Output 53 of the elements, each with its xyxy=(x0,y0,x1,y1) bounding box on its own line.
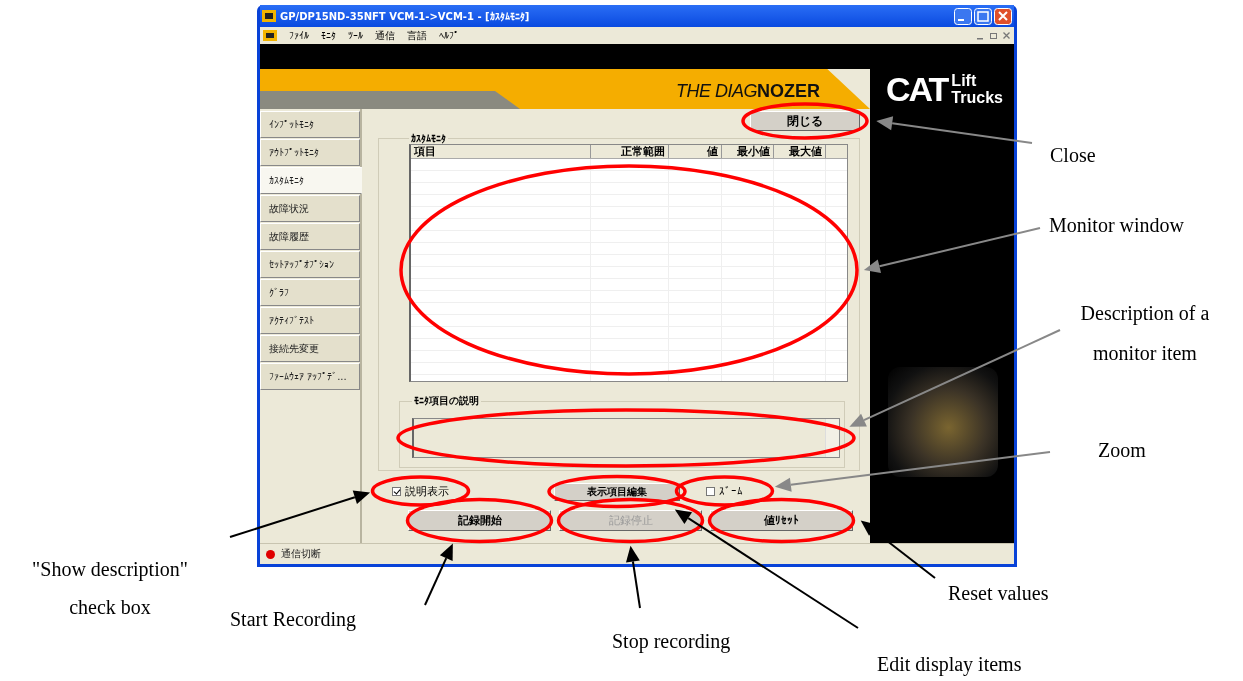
description-field[interactable] xyxy=(412,418,840,458)
checkbox[interactable]: 説明表示 xyxy=(392,483,449,499)
column-header[interactable]: 正常範囲 xyxy=(591,145,669,158)
sidebar-tab[interactable]: ｾｯﾄｱｯﾌﾟｵﾌﾟｼｮﾝ xyxy=(260,251,360,278)
logo-text: Trucks xyxy=(951,89,1003,106)
window-title: GP/DP15ND-35NFT VCM-1->VCM-1 - [ｶｽﾀﾑﾓﾆﾀ] xyxy=(280,10,530,22)
column-header[interactable]: 最小値 xyxy=(722,145,774,158)
sidebar-tab[interactable]: ｱｳﾄﾌﾟｯﾄﾓﾆﾀ xyxy=(260,139,360,166)
sidebar-tab[interactable]: ｱｸﾃｨﾌﾞﾃｽﾄ xyxy=(260,307,360,334)
sidebar-tab[interactable]: 故障状況 xyxy=(260,195,360,222)
restore-icon[interactable] xyxy=(989,31,998,40)
callout-label: Close xyxy=(1050,143,1096,168)
minimize-icon[interactable] xyxy=(954,7,972,25)
app-icon xyxy=(262,10,276,22)
close-icon[interactable] xyxy=(1002,31,1011,40)
callout-label: Monitor window xyxy=(1049,213,1184,238)
callout-arrow xyxy=(626,545,641,609)
sidebar-tab[interactable]: 故障履歴 xyxy=(260,223,360,250)
status-text: 通信切断 xyxy=(281,547,321,561)
callout-label: Zoom xyxy=(1098,438,1146,463)
menu-item[interactable]: ﾌｧｲﾙ xyxy=(289,30,309,41)
edit-items-button[interactable]: 表示項目編集 xyxy=(554,482,680,501)
callout-label: Description of a monitor item xyxy=(1079,301,1211,366)
menu-item[interactable]: 言語 xyxy=(407,28,427,43)
group-title: ｶｽﾀﾑﾓﾆﾀ xyxy=(410,133,447,144)
brand-logo: CAT xyxy=(886,72,948,106)
group-title: ﾓﾆﾀ項目の説明 xyxy=(413,394,480,408)
column-header[interactable]: 最大値 xyxy=(774,145,826,158)
sidebar-tab[interactable]: 接続先変更 xyxy=(260,335,360,362)
menu-item[interactable]: ﾓﾆﾀ xyxy=(321,30,336,41)
sidebar-tab[interactable]: ｸﾞﾗﾌ xyxy=(260,279,360,306)
menu-item[interactable]: ﾍﾙﾌﾟ xyxy=(439,30,459,41)
callout-label: Reset values xyxy=(948,581,1049,606)
sidebar-tab[interactable]: ｶｽﾀﾑﾓﾆﾀ xyxy=(260,167,362,194)
product-name: THE DIAGNOZER xyxy=(676,81,820,102)
callout-label: Start Recording xyxy=(230,607,357,632)
callout-arrow xyxy=(424,543,453,606)
maximize-icon[interactable] xyxy=(974,7,992,25)
sidebar-tab[interactable]: ﾌｧｰﾑｳｪｱ ｱｯﾌﾟﾃﾞ... xyxy=(260,363,360,390)
column-header[interactable]: 項目 xyxy=(411,145,591,158)
column-header[interactable]: 値 xyxy=(669,145,722,158)
callout-label: "Show description" check box xyxy=(31,557,189,620)
sidebar-tab[interactable]: ｲﾝﾌﾟｯﾄﾓﾆﾀ xyxy=(260,111,360,138)
menu-item[interactable]: 通信 xyxy=(375,28,395,43)
action-button[interactable]: 記録開始 xyxy=(408,510,551,531)
action-button[interactable]: 値ﾘｾｯﾄ xyxy=(710,510,853,531)
logo-text: Lift xyxy=(951,72,978,89)
checkbox[interactable]: ｽﾞｰﾑ xyxy=(706,484,743,498)
menu-item[interactable]: ﾂｰﾙ xyxy=(348,30,363,41)
app-icon xyxy=(263,30,277,41)
callout-label: Stop recording xyxy=(612,629,731,654)
close-button[interactable]: 閉じる xyxy=(750,111,860,131)
callout-label: Edit display items xyxy=(877,652,1022,677)
